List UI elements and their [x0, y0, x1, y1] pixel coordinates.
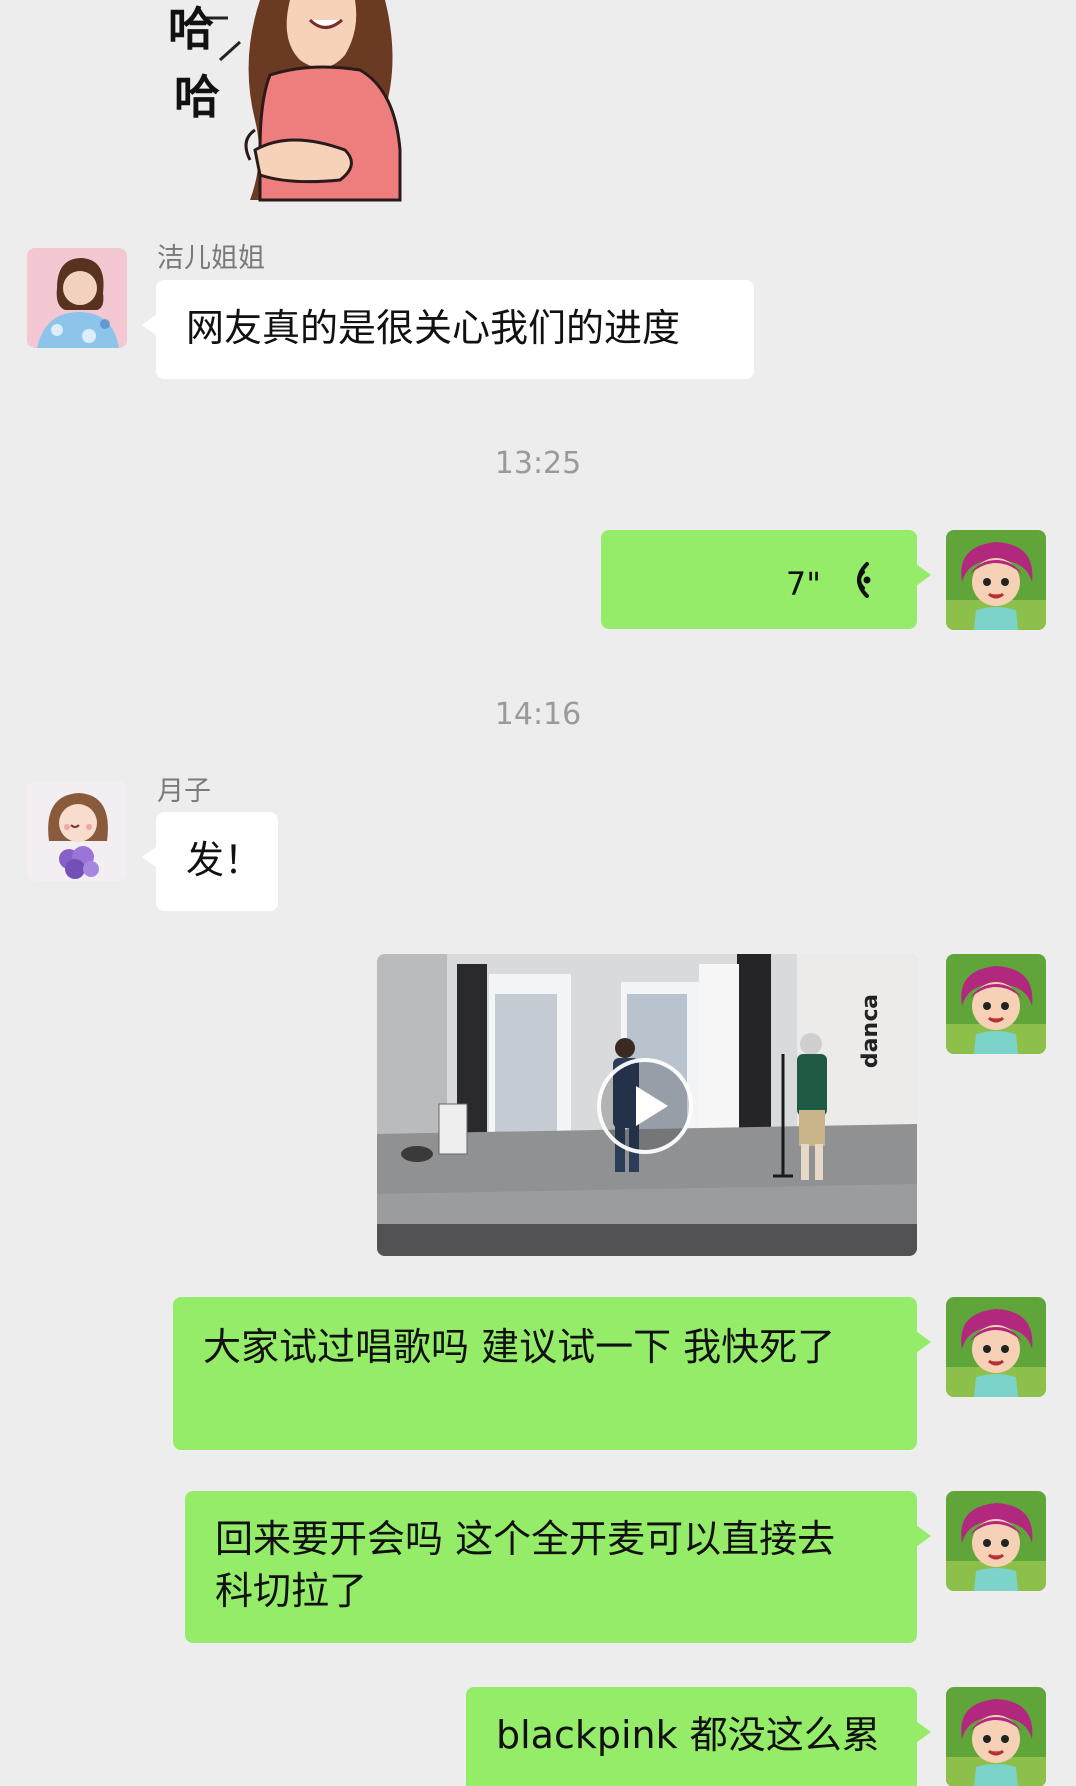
message-text-line-2: 科切拉了: [215, 1569, 368, 1613]
bubble-tail: [142, 846, 157, 868]
message-text-line-1: 回来要开会吗 这个全开麦可以直接去: [215, 1517, 836, 1561]
video-message[interactable]: ɐɔuɐp: [377, 954, 917, 1256]
message-text: blackpink 都没这么累: [496, 1713, 880, 1757]
message-bubble[interactable]: 网友真的是很关心我们的进度: [142, 280, 754, 379]
avatar-self[interactable]: [946, 1297, 1046, 1397]
avatar-self[interactable]: [946, 1491, 1046, 1591]
sender-name: 洁儿姐姐: [157, 243, 265, 274]
bubble-tail: [916, 1525, 931, 1547]
avatar-girl-flowers-icon: [27, 781, 127, 881]
avatar-self[interactable]: [946, 1687, 1046, 1786]
avatar-cartoon-icon: [946, 1687, 1046, 1786]
message-bubble[interactable]: blackpink 都没这么累: [466, 1687, 931, 1786]
message-text: 网友真的是很关心我们的进度: [186, 306, 681, 350]
sender-name: 月子: [157, 776, 211, 807]
avatar-cartoon-icon: [946, 1491, 1046, 1591]
sticker-text-1: 哈: [168, 2, 214, 56]
avatar-cartoon-icon: [946, 954, 1046, 1054]
message-bubble[interactable]: 回来要开会吗 这个全开麦可以直接去 科切拉了: [185, 1491, 931, 1643]
avatar-yuezi[interactable]: [27, 781, 127, 881]
avatar-jieer[interactable]: [27, 248, 127, 348]
bubble-tail: [916, 564, 931, 586]
voice-wave-icon: [841, 558, 877, 615]
sticker-text-2: 哈: [174, 70, 220, 124]
bubble-tail: [916, 1331, 931, 1353]
avatar-cartoon-icon: [946, 530, 1046, 630]
avatar-cartoon-icon: [946, 1297, 1046, 1397]
avatar-self[interactable]: [946, 530, 1046, 630]
voice-duration: 7": [785, 565, 821, 603]
svg-text:ɐɔuɐp: ɐɔuɐp: [859, 994, 884, 1068]
message-bubble[interactable]: 发！: [142, 812, 278, 911]
message-text: 发！: [186, 838, 263, 882]
timestamp: 13:25: [494, 446, 582, 481]
chat-view: 哈 哈 洁儿姐姐 网友真的是很关心我们的进度 13:25 7" 14:16 月子…: [0, 0, 1076, 1786]
avatar-self[interactable]: [946, 954, 1046, 1054]
play-icon[interactable]: [597, 1058, 693, 1154]
timestamp: 14:16: [494, 697, 582, 732]
avatar-woman-icon: [27, 248, 127, 348]
bubble-tail: [916, 1721, 931, 1743]
message-text: 大家试过唱歌吗 建议试一下 我快死了: [203, 1325, 836, 1369]
sticker-image[interactable]: 哈 哈: [160, 0, 460, 210]
bubble-tail: [142, 314, 157, 336]
voice-message-bubble[interactable]: 7": [601, 530, 931, 629]
message-bubble[interactable]: 大家试过唱歌吗 建议试一下 我快死了: [173, 1297, 931, 1450]
